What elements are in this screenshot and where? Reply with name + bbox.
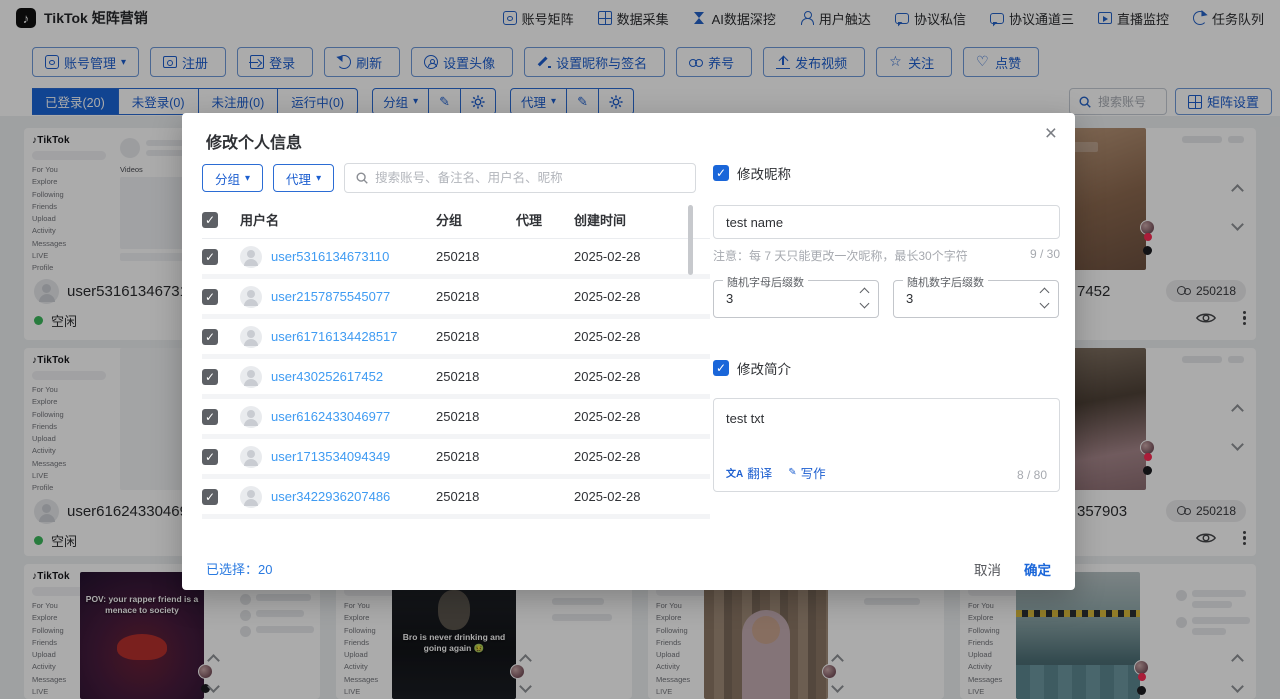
row-group: 250218 [436,249,516,264]
bio-textarea[interactable]: test txt 文A 翻译 ✎ 写作 8 / 80 [713,398,1060,492]
row-avatar [240,446,262,468]
table-row[interactable]: ✓ user1713534094349 250218 2025-02-28 [202,439,710,479]
username-link[interactable]: user2157875545077 [271,289,390,304]
cancel-button[interactable]: 取消 [974,559,1001,579]
row-avatar [240,246,262,268]
table-row[interactable]: ✓ user5316134673110 250218 2025-02-28 [202,239,710,279]
selected-label: 已选择： [206,562,258,577]
row-group: 250218 [436,489,516,504]
row-checkbox[interactable]: ✓ [202,489,218,505]
pencil-icon: ✎ [788,467,796,478]
row-checkbox[interactable]: ✓ [202,249,218,265]
chevron-down-icon: ▾ [316,173,321,184]
translate-icon: 文A [726,465,743,480]
col-group: 分组 [436,210,516,229]
edit-bio-toggle[interactable]: ✓ 修改简介 [713,358,1060,378]
username-link[interactable]: user430252617452 [271,369,383,384]
increment-icon[interactable] [860,288,870,298]
confirm-button[interactable]: 确定 [1024,559,1051,579]
modal-search[interactable] [344,163,696,193]
digit-suffix-spinner[interactable]: 随机数字后缀数 3 [893,280,1059,318]
bio-checkbox[interactable]: ✓ [713,360,729,376]
row-group: 250218 [436,409,516,424]
select-all-checkbox[interactable]: ✓ [202,212,218,228]
username-link[interactable]: user1713534094349 [271,449,390,464]
table-row[interactable]: ✓ user430252617452 250218 2025-02-28 [202,359,710,399]
col-proxy: 代理 [516,210,574,229]
row-group: 250218 [436,329,516,344]
col-username: 用户名 [240,210,436,229]
table-row[interactable]: ✓ user2157875545077 250218 2025-02-28 [202,279,710,319]
row-avatar [240,286,262,308]
row-group: 250218 [436,449,516,464]
nickname-input[interactable] [713,205,1060,239]
row-checkbox[interactable]: ✓ [202,409,218,425]
table-row[interactable]: ✓ user3422936207486 250218 2025-02-28 [202,479,710,519]
write-button[interactable]: ✎ 写作 [788,463,825,482]
bio-value: test txt [726,411,764,426]
row-avatar [240,486,262,508]
nickname-note: 注意：每 7 天只能更改一次昵称，最长30个字符 [713,247,968,264]
modal-title: 修改个人信息 [206,129,302,153]
row-checkbox[interactable]: ✓ [202,449,218,465]
close-icon[interactable]: × [1045,123,1057,144]
row-checkbox[interactable]: ✓ [202,289,218,305]
modal-search-input[interactable] [375,171,685,185]
account-table: ✓ 用户名 分组 代理 创建时间 ✓ user5316134673110 250… [202,201,710,519]
translate-button[interactable]: 文A 翻译 [726,463,772,482]
username-link[interactable]: user61716134428517 [271,329,398,344]
username-link[interactable]: user5316134673110 [271,249,389,264]
table-row[interactable]: ✓ user61716134428517 250218 2025-02-28 [202,319,710,359]
row-avatar [240,366,262,388]
increment-icon[interactable] [1040,288,1050,298]
table-scrollbar[interactable] [688,205,693,585]
selected-count: 20 [258,562,272,577]
nickname-counter: 9 / 30 [1030,247,1060,264]
decrement-icon[interactable] [860,299,870,309]
chevron-down-icon: ▾ [245,173,250,184]
bio-counter: 8 / 80 [1017,468,1047,482]
row-group: 250218 [436,369,516,384]
letter-suffix-spinner[interactable]: 随机字母后缀数 3 [713,280,879,318]
username-link[interactable]: user3422936207486 [271,489,390,504]
letter-suffix-value: 3 [726,291,733,306]
row-group: 250218 [436,289,516,304]
search-icon [355,171,369,185]
edit-nickname-toggle[interactable]: ✓ 修改昵称 [713,163,1060,183]
username-link[interactable]: user6162433046977 [271,409,390,424]
modal-group-dropdown[interactable]: 分组 ▾ [202,164,263,192]
modal-proxy-dropdown[interactable]: 代理 ▾ [273,164,334,192]
digit-suffix-value: 3 [906,291,913,306]
nickname-checkbox[interactable]: ✓ [713,165,729,181]
decrement-icon[interactable] [1040,299,1050,309]
row-avatar [240,326,262,348]
table-header-row: ✓ 用户名 分组 代理 创建时间 [202,201,710,239]
row-checkbox[interactable]: ✓ [202,329,218,345]
row-avatar [240,406,262,428]
edit-profile-modal: 修改个人信息 × 分组 ▾ 代理 ▾ ✓ 用户名 分组 代理 创建时间 ✓ [182,113,1075,590]
table-row[interactable]: ✓ user6162433046977 250218 2025-02-28 [202,399,710,439]
row-checkbox[interactable]: ✓ [202,369,218,385]
